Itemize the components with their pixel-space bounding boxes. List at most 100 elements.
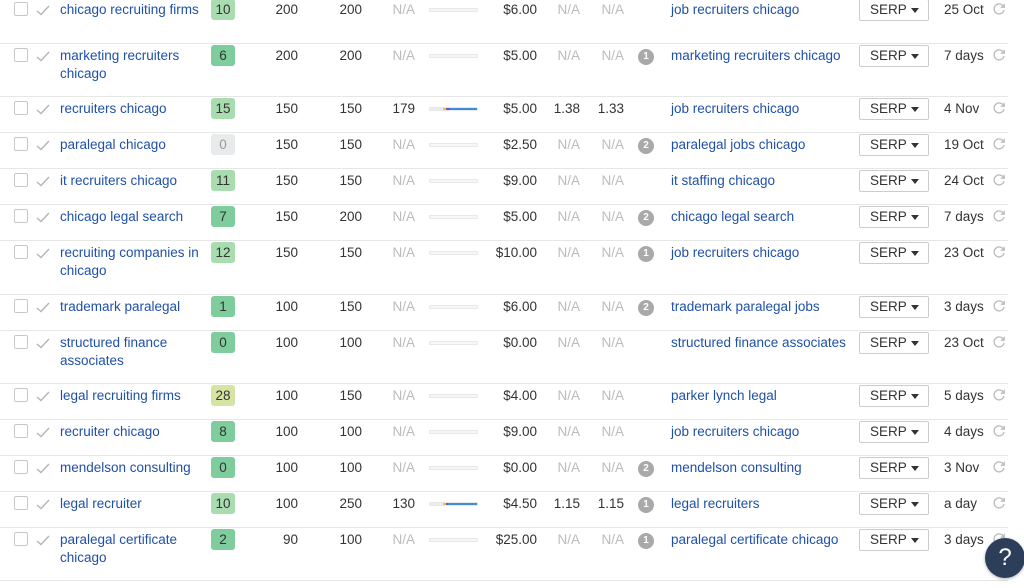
row-checkbox[interactable] [14, 101, 28, 115]
row-checkbox[interactable] [14, 532, 28, 546]
parent-topic-link[interactable]: job recruiters chicago [671, 1, 851, 19]
parent-topic-link[interactable]: paralegal certificate chicago [671, 531, 851, 549]
row-checkbox[interactable] [14, 388, 28, 402]
keyword-link[interactable]: recruiters chicago [60, 100, 205, 118]
row-checkbox[interactable] [14, 245, 28, 259]
row-checkbox[interactable] [14, 173, 28, 187]
parent-topic-link[interactable]: it staffing chicago [671, 172, 851, 190]
serp-dropdown[interactable]: SERP [859, 296, 929, 318]
row-checkbox[interactable] [14, 424, 28, 438]
serp-features-badge[interactable]: 1 [638, 246, 654, 262]
keyword-link[interactable]: it recruiters chicago [60, 172, 205, 190]
keyword-link[interactable]: mendelson consulting [60, 459, 205, 477]
check-icon[interactable] [36, 390, 50, 402]
keyword-link[interactable]: legal recruiting firms [60, 387, 205, 405]
refresh-icon[interactable] [992, 460, 1006, 474]
serp-features-badge[interactable]: 2 [638, 138, 654, 154]
updated-value: 5 days [944, 388, 984, 403]
check-icon[interactable] [36, 50, 50, 62]
parent-topic-link[interactable]: job recruiters chicago [671, 423, 851, 441]
row-checkbox[interactable] [14, 209, 28, 223]
serp-dropdown[interactable]: SERP [859, 421, 929, 443]
keyword-link[interactable]: recruiter chicago [60, 423, 205, 441]
row-checkbox[interactable] [14, 460, 28, 474]
check-icon[interactable] [36, 139, 50, 151]
keyword-link[interactable]: chicago legal search [60, 208, 205, 226]
parent-topic-link[interactable]: parker lynch legal [671, 387, 851, 405]
parent-topic-link[interactable]: trademark paralegal jobs [671, 298, 851, 316]
serp-features-badge[interactable]: 1 [638, 49, 654, 65]
parent-topic-link[interactable]: legal recruiters [671, 495, 851, 513]
serp-dropdown[interactable]: SERP [859, 134, 929, 156]
keyword-link[interactable]: marketing recruiters chicago [60, 47, 205, 83]
refresh-icon[interactable] [992, 299, 1006, 313]
keyword-link[interactable]: chicago recruiting firms [60, 1, 205, 19]
row-checkbox[interactable] [14, 335, 28, 349]
traffic-potential-value: 130 [392, 496, 415, 511]
row-checkbox[interactable] [14, 496, 28, 510]
refresh-icon[interactable] [992, 101, 1006, 115]
refresh-icon[interactable] [992, 424, 1006, 438]
keyword-link[interactable]: legal recruiter [60, 495, 205, 513]
parent-topic-link[interactable]: marketing recruiters chicago [671, 47, 851, 65]
serp-dropdown[interactable]: SERP [859, 0, 929, 21]
refresh-icon[interactable] [992, 209, 1006, 223]
check-icon[interactable] [36, 426, 50, 438]
serp-dropdown[interactable]: SERP [859, 457, 929, 479]
serp-dropdown[interactable]: SERP [859, 98, 929, 120]
serp-dropdown[interactable]: SERP [859, 170, 929, 192]
serp-features-badge[interactable]: 2 [638, 210, 654, 226]
check-icon[interactable] [36, 4, 50, 16]
parent-topic-link[interactable]: job recruiters chicago [671, 244, 851, 262]
serp-features-badge[interactable]: 1 [638, 497, 654, 513]
parent-topic-link[interactable]: mendelson consulting [671, 459, 851, 477]
row-checkbox[interactable] [14, 299, 28, 313]
keyword-link[interactable]: recruiting companies in chicago [60, 244, 205, 280]
refresh-icon[interactable] [992, 2, 1006, 16]
refresh-icon[interactable] [992, 245, 1006, 259]
serp-dropdown[interactable]: SERP [859, 332, 929, 354]
serp-dropdown[interactable]: SERP [859, 529, 929, 551]
check-icon[interactable] [36, 498, 50, 510]
check-icon[interactable] [36, 103, 50, 115]
check-icon[interactable] [36, 211, 50, 223]
traffic-potential-value: N/A [392, 209, 415, 224]
serp-features-badge[interactable]: 2 [638, 300, 654, 316]
check-icon[interactable] [36, 301, 50, 313]
check-icon[interactable] [36, 462, 50, 474]
serp-dropdown[interactable]: SERP [859, 493, 929, 515]
help-button[interactable]: ? [985, 538, 1024, 578]
table-row: recruiters chicago 15 150 150 179 $5.00 1.38 1.… [0, 97, 1008, 133]
row-checkbox[interactable] [14, 48, 28, 62]
refresh-icon[interactable] [992, 388, 1006, 402]
refresh-icon[interactable] [992, 48, 1006, 62]
parent-topic-link[interactable]: job recruiters chicago [671, 100, 851, 118]
keyword-link[interactable]: structured finance associates [60, 334, 205, 370]
parent-topic-link[interactable]: paralegal jobs chicago [671, 136, 851, 154]
refresh-icon[interactable] [992, 496, 1006, 510]
keyword-link[interactable]: paralegal certificate chicago [60, 531, 205, 567]
row-checkbox[interactable] [14, 2, 28, 16]
clicks-bar [429, 251, 478, 255]
serp-features-badge[interactable]: 1 [638, 533, 654, 549]
serp-dropdown[interactable]: SERP [859, 45, 929, 67]
parent-topic-link[interactable]: chicago legal search [671, 208, 851, 226]
check-icon[interactable] [36, 337, 50, 349]
return-rate-value: N/A [601, 137, 624, 152]
serp-dropdown[interactable]: SERP [859, 206, 929, 228]
serp-features-badge[interactable]: 2 [638, 461, 654, 477]
keyword-link[interactable]: trademark paralegal [60, 298, 205, 316]
refresh-icon[interactable] [992, 335, 1006, 349]
serp-dropdown[interactable]: SERP [859, 385, 929, 407]
check-icon[interactable] [36, 175, 50, 187]
parent-topic-link[interactable]: structured finance associates [671, 334, 851, 352]
keyword-link[interactable]: paralegal chicago [60, 136, 205, 154]
serp-dropdown[interactable]: SERP [859, 242, 929, 264]
traffic-potential-value: N/A [392, 137, 415, 152]
row-checkbox[interactable] [14, 137, 28, 151]
check-icon[interactable] [36, 534, 50, 546]
check-icon[interactable] [36, 247, 50, 259]
refresh-icon[interactable] [992, 173, 1006, 187]
cpc-value: $0.00 [503, 335, 537, 350]
refresh-icon[interactable] [992, 137, 1006, 151]
